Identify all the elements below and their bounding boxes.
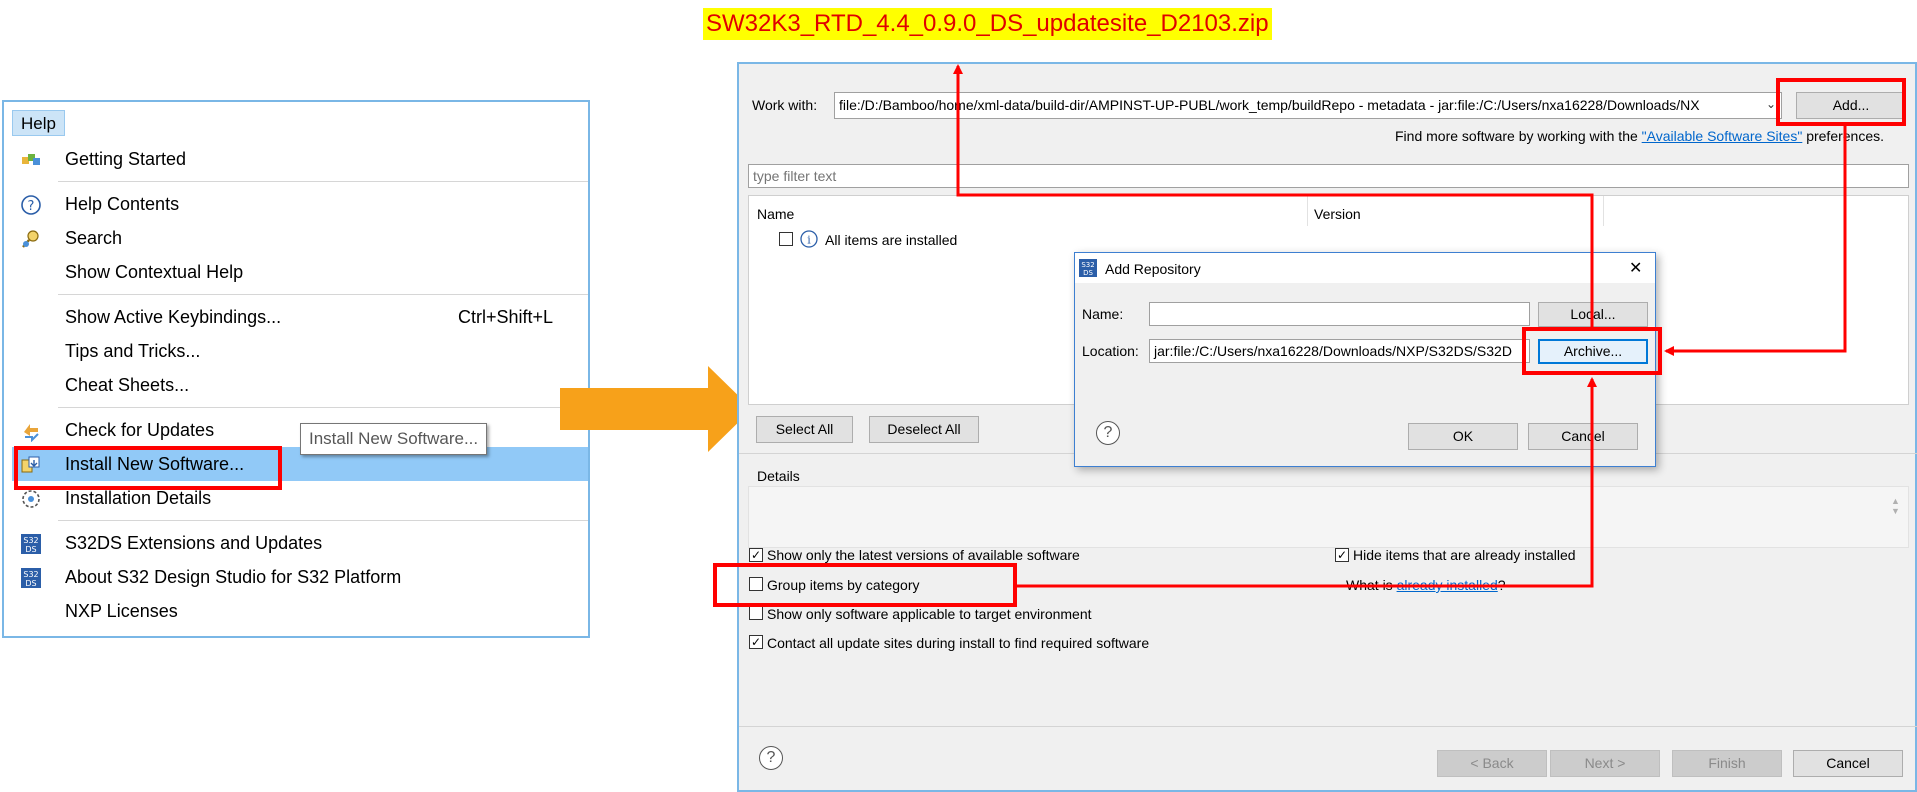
annotation-arrows xyxy=(953,64,1847,588)
